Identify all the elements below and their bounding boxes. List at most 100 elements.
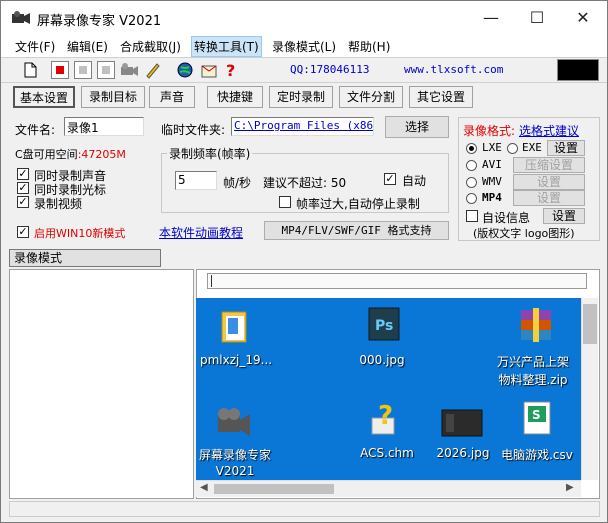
camera-icon[interactable] bbox=[120, 61, 138, 79]
disk-space-label: C盘可用空间:47205M bbox=[15, 148, 126, 161]
tab-scheduled-record[interactable]: 定时录制 bbox=[269, 86, 333, 108]
register-icon[interactable] bbox=[200, 61, 218, 79]
filename-label: 文件名: bbox=[15, 123, 56, 137]
image-file-icon[interactable] bbox=[440, 402, 484, 442]
format-mp4-label: MP4 bbox=[482, 191, 502, 204]
spreadsheet-file-icon[interactable]: S bbox=[516, 398, 560, 438]
preview-box bbox=[557, 59, 599, 81]
auto-framerate-label: 自动 bbox=[402, 174, 427, 188]
zip-archive-icon[interactable] bbox=[515, 304, 559, 344]
settings-tabs: 基本设置 录制目标 声音 快捷键 定时录制 文件分割 其它设置 bbox=[1, 86, 607, 110]
maximize-button[interactable]: ☐ bbox=[514, 1, 560, 35]
win10-mode-checkbox[interactable]: ✓ bbox=[17, 226, 29, 238]
menu-compose[interactable]: 合成截取(J) bbox=[120, 38, 181, 55]
compress-settings-button[interactable]: 压缩设置 bbox=[513, 157, 585, 173]
tab-basic-settings[interactable]: 基本设置 bbox=[13, 86, 75, 108]
scroll-left-icon[interactable]: ◀ bbox=[200, 482, 208, 493]
format-lxe-label: LXE bbox=[482, 141, 502, 154]
status-bar bbox=[9, 501, 600, 517]
camera-app-icon bbox=[12, 11, 30, 24]
scroll-right-icon[interactable]: ▶ bbox=[566, 482, 574, 493]
menu-edit[interactable]: 编辑(E) bbox=[67, 38, 108, 55]
menu-record-mode[interactable]: 录像模式(L) bbox=[272, 38, 336, 55]
vertical-scrollbar[interactable] bbox=[581, 298, 598, 480]
format-wmv-label: WMV bbox=[482, 175, 502, 188]
help-file-icon[interactable]: ? bbox=[364, 400, 408, 440]
website-link[interactable]: www.tlxsoft.com bbox=[404, 63, 503, 76]
record-mode-panel-header[interactable]: 录像模式 bbox=[9, 249, 161, 267]
format-exe-label: EXE bbox=[522, 141, 542, 154]
globe-icon[interactable] bbox=[176, 61, 194, 79]
record-video-label: 录制视频 bbox=[34, 197, 83, 211]
record-icon[interactable] bbox=[51, 61, 69, 79]
photoshop-file-icon[interactable]: Ps bbox=[363, 304, 407, 344]
desktop-icon-label: V2021 bbox=[215, 464, 255, 478]
format-lxe-radio[interactable] bbox=[466, 143, 477, 154]
record-video-checkbox[interactable]: ✓ bbox=[17, 196, 29, 208]
format-mp4-radio[interactable] bbox=[466, 193, 477, 204]
format-wmv-radio[interactable] bbox=[466, 177, 477, 188]
choose-folder-button[interactable]: 选择 bbox=[385, 116, 449, 138]
copyright-note: (版权文字 logo图形) bbox=[473, 227, 575, 240]
desktop-icon-label: 000.jpg bbox=[359, 353, 405, 367]
format-avi-label: AVI bbox=[482, 158, 502, 171]
format-exe-radio[interactable] bbox=[507, 143, 518, 154]
tab-other-settings[interactable]: 其它设置 bbox=[409, 86, 473, 108]
menu-bar: 文件(F) 编辑(E) 合成截取(J) 转换工具(T) 录像模式(L) 帮助(H… bbox=[1, 35, 607, 57]
app-window: 屏幕录像专家 V2021 — ☐ ✕ 文件(F) 编辑(E) 合成截取(J) 转… bbox=[0, 0, 608, 523]
tutorial-link[interactable]: 本软件动画教程 bbox=[159, 224, 243, 241]
horizontal-ruler bbox=[207, 273, 587, 289]
vertical-scroll-thumb[interactable] bbox=[583, 304, 597, 344]
horizontal-scrollbar[interactable]: ◀ ▶ bbox=[196, 480, 581, 497]
tab-sound[interactable]: 声音 bbox=[149, 86, 195, 108]
horizontal-scroll-thumb[interactable] bbox=[214, 484, 334, 494]
custom-info-label: 自设信息 bbox=[482, 211, 531, 225]
format-avi-radio[interactable] bbox=[466, 160, 477, 171]
svg-text:?: ? bbox=[226, 61, 235, 79]
custom-info-settings-button[interactable]: 设置 bbox=[543, 208, 585, 224]
custom-info-checkbox[interactable] bbox=[466, 210, 478, 222]
toolbar: ? QQ:178046113 www.tlxsoft.com bbox=[1, 57, 607, 83]
framerate-input[interactable]: 5 bbox=[175, 171, 217, 190]
screen-recorder-app-icon[interactable] bbox=[212, 402, 256, 442]
help-icon[interactable]: ? bbox=[222, 61, 240, 80]
minimize-button[interactable]: — bbox=[468, 1, 514, 35]
mp4-settings-button[interactable]: 设置 bbox=[513, 190, 585, 206]
menu-convert-tools[interactable]: 转换工具(T) bbox=[191, 36, 262, 57]
tab-hotkeys[interactable]: 快捷键 bbox=[207, 86, 263, 108]
desktop-preview: pmlxzj_19... Ps 000.jpg 万兴产品上架 物料整理.zip … bbox=[196, 298, 581, 480]
desktop-icon-label: ACS.chm bbox=[360, 446, 414, 460]
menu-help[interactable]: 帮助(H) bbox=[348, 38, 390, 55]
stop-icon[interactable] bbox=[97, 61, 115, 79]
exe-settings-button[interactable]: 设置 bbox=[547, 140, 585, 156]
folder-icon[interactable] bbox=[214, 306, 258, 346]
format-title: 录像格式: bbox=[463, 124, 516, 138]
tab-file-split[interactable]: 文件分割 bbox=[339, 86, 403, 108]
auto-stop-checkbox[interactable] bbox=[279, 196, 291, 208]
filename-input[interactable]: 录像1 bbox=[64, 117, 144, 136]
desktop-icon-label: 2026.jpg bbox=[436, 446, 490, 460]
desktop-icon-label: 屏幕录像专家 bbox=[198, 448, 271, 462]
svg-text:?: ? bbox=[378, 401, 393, 431]
pause-icon[interactable] bbox=[74, 61, 92, 79]
new-file-icon[interactable] bbox=[21, 61, 39, 79]
desktop-icon-label: 物料整理.zip bbox=[498, 373, 568, 387]
desktop-icon-label: 万兴产品上架 bbox=[496, 355, 569, 369]
tab-record-target[interactable]: 录制目标 bbox=[81, 86, 145, 108]
framerate-group-title: 录制频率(帧率) bbox=[167, 145, 253, 162]
title-bar: 屏幕录像专家 V2021 — ☐ ✕ bbox=[1, 1, 607, 35]
pen-icon[interactable] bbox=[144, 61, 162, 79]
wmv-settings-button[interactable]: 设置 bbox=[513, 174, 585, 190]
record-sound-checkbox[interactable]: ✓ bbox=[17, 168, 29, 180]
format-support-button[interactable]: MP4/FLV/SWF/GIF 格式支持 bbox=[264, 221, 449, 240]
record-cursor-checkbox[interactable]: ✓ bbox=[17, 182, 29, 194]
win10-mode-label: 启用WIN10新模式 bbox=[34, 227, 126, 240]
svg-text:S: S bbox=[532, 408, 541, 422]
tempdir-input[interactable]: C:\Program Files (x86)\ bbox=[231, 117, 374, 136]
close-button[interactable]: ✕ bbox=[560, 1, 606, 35]
format-suggest-link[interactable]: 选格式建议 bbox=[519, 122, 579, 139]
ruler-marker bbox=[211, 275, 212, 287]
qq-contact: QQ:178046113 bbox=[290, 63, 370, 76]
auto-framerate-checkbox[interactable]: ✓ bbox=[384, 173, 396, 185]
menu-file[interactable]: 文件(F) bbox=[15, 38, 55, 55]
